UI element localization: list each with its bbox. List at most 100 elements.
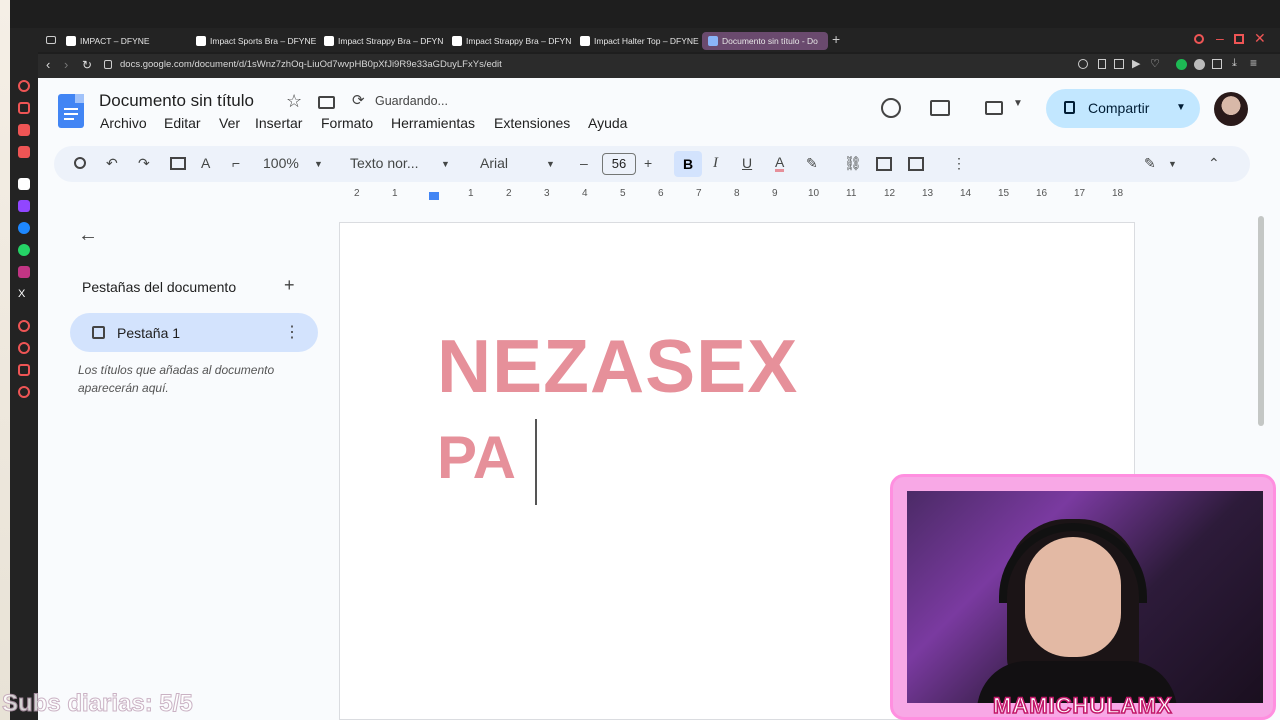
editing-mode-icon[interactable]: ✎ [1144, 155, 1156, 172]
avatar[interactable] [1214, 92, 1248, 126]
gx-icon[interactable] [18, 124, 30, 136]
browser-tab[interactable]: IMPACT – DFYNE [60, 32, 186, 50]
download-icon[interactable]: ⤓ [1232, 57, 1237, 70]
bold-button[interactable]: B [674, 151, 702, 177]
underline-button[interactable]: U [742, 155, 752, 171]
comments-icon[interactable] [930, 100, 950, 116]
history-icon[interactable] [18, 80, 30, 92]
x-icon[interactable]: X [18, 288, 30, 300]
redo-icon[interactable]: ↷ [138, 155, 150, 172]
zoom-icon[interactable] [1078, 59, 1088, 69]
star-icon[interactable]: ☆ [286, 91, 302, 112]
maximize-button[interactable] [1234, 34, 1244, 44]
move-folder-icon[interactable] [318, 96, 335, 109]
tiktok-icon[interactable] [18, 178, 30, 190]
italic-button[interactable]: I [713, 155, 718, 172]
font-dropdown-icon[interactable]: ▼ [546, 159, 555, 169]
menu-extensiones[interactable]: Extensiones [494, 115, 570, 131]
docs-header: Documento sin título ☆ ⟳ Guardando... Ar… [38, 78, 1280, 138]
search-icon[interactable] [74, 157, 86, 169]
close-button[interactable]: ✕ [1254, 30, 1266, 47]
tab-options-icon[interactable]: ⋮ [284, 322, 300, 342]
share-dropdown-icon[interactable]: ▼ [1176, 102, 1186, 113]
url-field[interactable]: docs.google.com/document/d/1sWnz7zhOq-Li… [120, 59, 502, 70]
undo-icon[interactable]: ↶ [106, 155, 118, 172]
style-select[interactable]: Texto nor... [350, 155, 418, 171]
increase-font-size-button[interactable]: + [644, 155, 652, 171]
pin-icon[interactable] [1098, 59, 1106, 69]
menu-archivo[interactable]: Archivo [100, 115, 147, 131]
docs-favicon-icon [708, 36, 718, 46]
document-icon [92, 326, 105, 339]
menu-ayuda[interactable]: Ayuda [588, 115, 627, 131]
aria-icon[interactable] [18, 102, 30, 114]
spellcheck-icon[interactable]: A [201, 155, 210, 171]
browser-tab[interactable]: Impact Strappy Bra – DFYNE [318, 32, 444, 50]
back-arrow-icon[interactable]: ← [78, 224, 98, 247]
forward-icon[interactable]: › [64, 57, 68, 72]
messenger-icon[interactable] [18, 222, 30, 234]
more-options-icon[interactable]: ⋮ [952, 155, 966, 172]
new-tab-button[interactable]: + [832, 31, 840, 47]
settings-icon[interactable] [18, 386, 30, 398]
zoom-dropdown-icon[interactable]: ▼ [314, 159, 323, 169]
clock-icon[interactable] [18, 342, 30, 354]
browser-tab-active[interactable]: Documento sin título - Do [702, 32, 828, 50]
left-indent-marker[interactable] [429, 192, 439, 200]
lock-icon [1064, 101, 1075, 114]
heart-icon[interactable]: ♡ [1150, 57, 1160, 70]
document-title[interactable]: Documento sin título [99, 91, 254, 111]
font-select[interactable]: Arial [480, 155, 508, 171]
docs-toolbar: ↶ ↷ A ⌐ 100% ▼ Texto nor... ▼ Arial ▼ – … [54, 146, 1250, 182]
twitch-icon[interactable] [18, 200, 30, 212]
tab-overview-icon[interactable] [46, 36, 56, 44]
style-dropdown-icon[interactable]: ▼ [441, 159, 450, 169]
menu-icon[interactable]: ≡ [1250, 56, 1257, 70]
browser-tab[interactable]: Impact Halter Top – DFYNE [574, 32, 700, 50]
browser-tab[interactable]: Impact Strappy Bra – DFYNE [446, 32, 572, 50]
document-tab-item[interactable]: Pestaña 1 ⋮ [70, 313, 318, 352]
extensions-icon[interactable] [18, 364, 30, 376]
play-icon[interactable]: ▶ [1132, 57, 1140, 70]
image-icon[interactable] [908, 157, 924, 171]
instagram-icon[interactable] [18, 266, 30, 278]
menu-insertar[interactable]: Insertar [255, 115, 302, 131]
extension-icon[interactable] [1176, 59, 1187, 70]
meet-dropdown-icon[interactable]: ▼ [1013, 98, 1023, 109]
menu-ver[interactable]: Ver [219, 115, 240, 131]
outline-hint: Los títulos que añadas al documento apar… [78, 363, 275, 395]
browser-tab[interactable]: Impact Sports Bra – DFYNE [190, 32, 316, 50]
print-icon[interactable] [170, 157, 186, 170]
whatsapp-icon[interactable] [18, 244, 30, 256]
menu-formato[interactable]: Formato [321, 115, 373, 131]
docs-logo-icon[interactable] [58, 94, 84, 128]
collapse-menus-icon[interactable]: ⌃ [1208, 155, 1220, 172]
music-icon[interactable] [18, 146, 30, 158]
search-tabs-icon[interactable] [1194, 34, 1204, 44]
scrollbar[interactable] [1258, 216, 1264, 426]
account-icon[interactable] [1194, 59, 1205, 70]
meet-icon[interactable] [985, 101, 1003, 115]
share-label: Compartir [1088, 100, 1150, 116]
minimize-button[interactable]: – [1216, 30, 1224, 46]
back-icon[interactable]: ‹ [46, 57, 50, 72]
body-text-line: PA [437, 424, 516, 491]
version-history-icon[interactable] [881, 98, 901, 118]
text-color-button[interactable]: A [775, 155, 785, 172]
menu-editar[interactable]: Editar [164, 115, 201, 131]
puzzle-icon[interactable] [1212, 59, 1222, 69]
zoom-select[interactable]: 100% [263, 155, 299, 171]
share-button[interactable]: Compartir ▼ [1046, 89, 1200, 128]
camera-icon[interactable] [1114, 59, 1124, 69]
highlight-icon[interactable]: ✎ [806, 155, 818, 172]
menu-herramientas[interactable]: Herramientas [391, 115, 475, 131]
link-icon[interactable]: ⛓ [844, 155, 862, 172]
player-icon[interactable] [18, 320, 30, 332]
comment-add-icon[interactable] [876, 157, 892, 171]
paint-format-icon[interactable]: ⌐ [232, 155, 240, 171]
reload-icon[interactable]: ↻ [82, 58, 92, 72]
add-tab-button[interactable]: + [284, 275, 295, 296]
decrease-font-size-button[interactable]: – [580, 155, 588, 171]
editing-mode-dropdown-icon[interactable]: ▼ [1168, 159, 1177, 169]
font-size-input[interactable]: 56 [602, 153, 636, 175]
